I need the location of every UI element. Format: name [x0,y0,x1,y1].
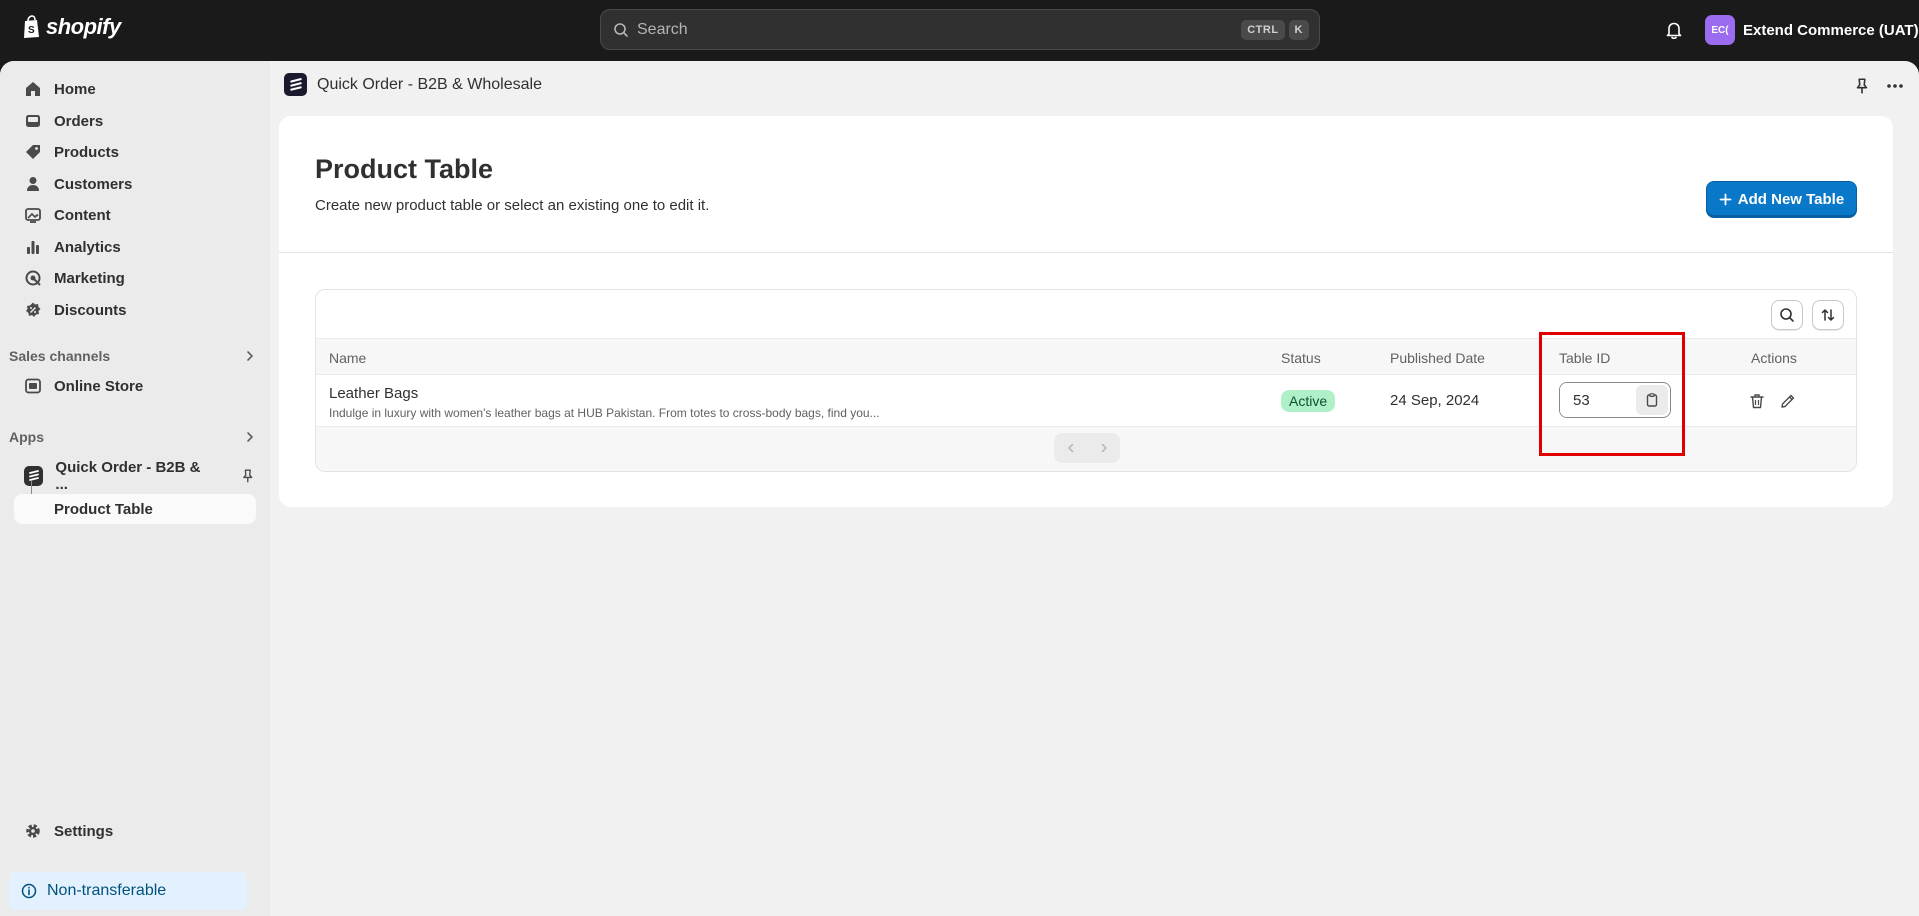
sidebar-item-label: Quick Order - B2B & ... [55,459,201,493]
sidebar-item-label: Content [54,206,111,224]
divider [279,252,1893,253]
table-id-highlight-box [1539,332,1685,456]
global-search[interactable]: Search CTRL K [600,9,1320,50]
plus-icon [1719,193,1732,206]
page-subtitle: Create new product table or select an ex… [315,197,710,214]
pin-icon[interactable] [1853,77,1871,95]
home-icon [26,82,40,96]
sidebar-item-quick-order-app[interactable]: Quick Order - B2B & ... [14,459,256,493]
info-icon [21,883,37,899]
chevron-left-icon [1067,443,1073,453]
non-transferable-banner[interactable]: Non-transferable [9,872,247,910]
row-description: Indulge in luxury with women's leather b… [329,406,880,420]
sidebar-item-marketing[interactable]: Marketing [14,263,256,293]
status-badge: Active [1281,390,1336,412]
pin-icon[interactable] [240,468,256,484]
sidebar: Home Orders Products Customers Content A… [0,61,270,916]
sidebar-item-label: Marketing [54,269,125,287]
sidebar-item-discounts[interactable]: Discounts [14,295,256,325]
sidebar-item-products[interactable]: Products [14,137,256,167]
search-icon [1780,308,1794,322]
apps-section[interactable]: Apps [9,429,257,445]
store-name: Extend Commerce (UAT) [1743,21,1919,39]
column-header-name: Name [329,350,367,366]
apps-label: Apps [9,429,44,445]
sort-button[interactable] [1812,300,1844,330]
shortcut-key-ctrl: CTRL [1241,19,1285,40]
store-avatar: EC( [1705,15,1735,45]
add-new-table-label: Add New Table [1737,191,1845,208]
main-content: Quick Order - B2B & Wholesale Product Ta… [270,61,1919,916]
shopify-logo[interactable]: S shopify [22,14,121,40]
sidebar-item-content[interactable]: Content [14,200,256,230]
app-title: Quick Order - B2B & Wholesale [317,75,542,93]
sidebar-item-label: Customers [54,175,133,193]
discount-icon [26,302,41,317]
delete-icon[interactable] [1748,392,1766,410]
sidebar-item-settings[interactable]: Settings [14,816,256,846]
person-icon [27,177,39,191]
search-button[interactable] [1771,300,1803,330]
sidebar-item-product-table[interactable]: Product Table [14,494,256,524]
inbox-icon [26,115,40,127]
chevron-right-icon [247,351,254,361]
row-published-date: 24 Sep, 2024 [1390,392,1480,409]
logo-wordmark: shopify [46,14,121,39]
column-header-actions: Actions [1751,350,1797,366]
search-placeholder: Search [637,20,688,38]
previous-page-button[interactable] [1054,433,1087,463]
column-header-status: Status [1281,350,1321,366]
sidebar-item-label: Orders [54,112,104,130]
app-header: Quick Order - B2B & Wholesale [284,73,542,96]
top-bar: S shopify Search CTRL K EC( Extend Comme… [0,0,1919,61]
chevron-right-icon [247,432,254,442]
sort-icon [1821,309,1835,321]
sidebar-item-label: Discounts [54,301,127,319]
sidebar-item-orders[interactable]: Orders [14,106,256,136]
chevron-right-icon [1101,443,1107,453]
admin-shell: Home Orders Products Customers Content A… [0,61,1919,916]
svg-text:S: S [28,25,35,36]
sidebar-item-label: Home [54,80,96,98]
search-icon [614,22,628,37]
sidebar-item-online-store[interactable]: Online Store [14,371,256,401]
sidebar-item-customers[interactable]: Customers [14,169,256,199]
sidebar-item-home[interactable]: Home [14,74,256,104]
store-switcher[interactable]: EC( Extend Commerce (UAT) [1705,15,1919,45]
non-transferable-label: Non-transferable [47,882,167,899]
sidebar-item-label: Products [54,143,120,161]
bar-chart-icon [27,241,39,254]
sales-channels-section[interactable]: Sales channels [9,348,257,364]
more-options-icon[interactable] [1885,77,1905,95]
edit-icon[interactable] [1779,392,1797,410]
target-icon [25,270,41,286]
sidebar-item-analytics[interactable]: Analytics [14,232,256,262]
add-new-table-button[interactable]: Add New Table [1706,181,1857,218]
next-page-button[interactable] [1087,433,1120,463]
sidebar-item-label: Online Store [54,377,144,395]
page-title: Product Table [315,154,494,184]
gear-icon [26,824,40,838]
sales-channels-label: Sales channels [9,348,111,364]
row-name[interactable]: Leather Bags [329,385,418,402]
sidebar-item-label: Settings [54,822,114,840]
pagination [1054,433,1120,463]
bell-icon[interactable] [1663,19,1685,41]
shopify-bag-icon: S [24,15,39,38]
column-header-published-date: Published Date [1390,350,1485,366]
app-logo-icon [284,73,307,96]
shortcut-key-k: K [1288,19,1309,40]
image-icon [25,208,41,223]
tag-icon [26,145,40,159]
store-icon [25,378,41,394]
sidebar-item-label: Analytics [54,238,121,256]
